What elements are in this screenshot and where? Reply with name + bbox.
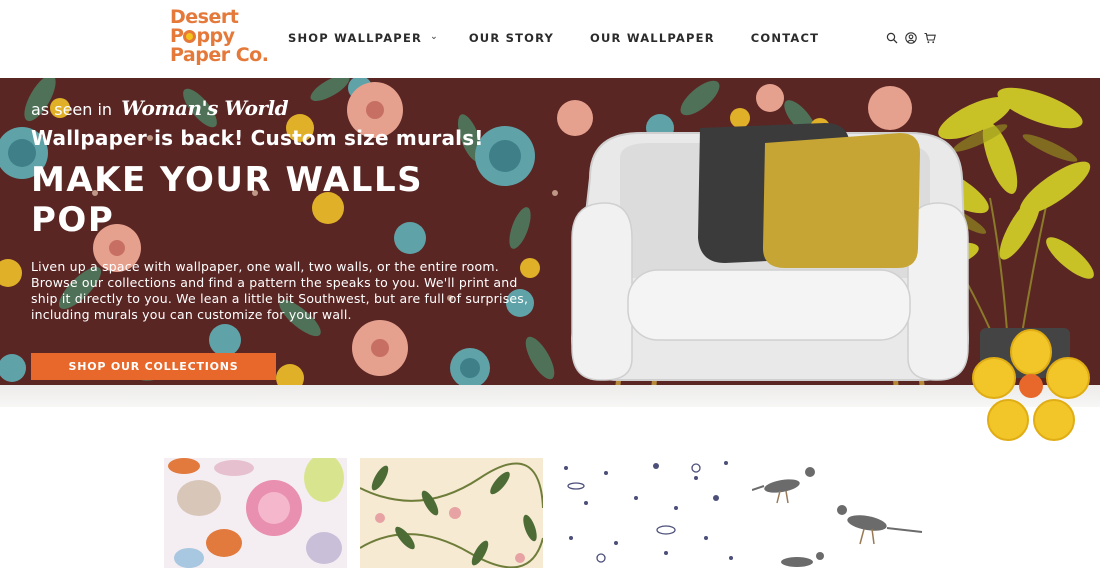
shop-collections-button[interactable]: SHOP OUR COLLECTIONS bbox=[31, 353, 276, 380]
yellow-flower-decoration bbox=[972, 329, 1090, 441]
swatch-roadrunners[interactable] bbox=[752, 458, 935, 568]
chevron-down-icon: ⌄ bbox=[430, 32, 439, 42]
logo-line-3: Paper Co. bbox=[170, 44, 269, 66]
nav-shop-wallpaper[interactable]: SHOP WALLPAPER ⌄ bbox=[288, 30, 439, 46]
as-seen-in-label: as seen in bbox=[31, 100, 113, 119]
account-icon[interactable] bbox=[905, 32, 917, 44]
white-armchair-illustration bbox=[570, 123, 970, 385]
space-pattern-image bbox=[556, 458, 739, 568]
nav-shop-wallpaper-label: SHOP WALLPAPER bbox=[288, 31, 423, 45]
swatch-vines-floral[interactable] bbox=[360, 458, 543, 568]
roadrunner-pattern-image bbox=[752, 458, 935, 568]
vines-pattern-image bbox=[360, 458, 543, 568]
nav-our-wallpaper-label: OUR WALLPAPER bbox=[590, 31, 715, 45]
search-icon[interactable] bbox=[886, 32, 898, 44]
swatch-seashells[interactable] bbox=[164, 458, 347, 568]
hero-headline: MAKE YOUR WALLS POP bbox=[31, 160, 424, 240]
nav-contact-label: CONTACT bbox=[750, 31, 820, 45]
header-actions bbox=[886, 32, 936, 44]
nav-our-story-label: OUR STORY bbox=[468, 31, 555, 45]
seashell-pattern-image bbox=[164, 458, 347, 568]
floor-shadow bbox=[0, 385, 1100, 407]
main-nav: SHOP WALLPAPER ⌄ OUR STORY OUR WALLPAPER… bbox=[288, 30, 855, 46]
nav-our-wallpaper[interactable]: OUR WALLPAPER bbox=[590, 30, 715, 46]
hero-tagline: Wallpaper is back! Custom size murals! bbox=[31, 126, 484, 150]
collection-swatches bbox=[164, 458, 935, 568]
nav-contact[interactable]: CONTACT bbox=[751, 30, 819, 46]
cart-icon[interactable] bbox=[924, 32, 936, 44]
as-seen-in: as seen in Woman's World bbox=[31, 96, 289, 120]
nav-our-story[interactable]: OUR STORY bbox=[469, 30, 554, 46]
site-header: Desert Pppy Paper Co. SHOP WALLPAPER ⌄ O… bbox=[0, 0, 1100, 78]
brand-logo[interactable]: Desert Pppy Paper Co. bbox=[170, 8, 270, 70]
swatch-space-galaxies[interactable] bbox=[556, 458, 739, 568]
hero-body: Liven up a space with wallpaper, one wal… bbox=[31, 259, 529, 322]
poppy-flower-icon bbox=[183, 30, 197, 43]
magazine-name: Woman's World bbox=[121, 96, 289, 120]
